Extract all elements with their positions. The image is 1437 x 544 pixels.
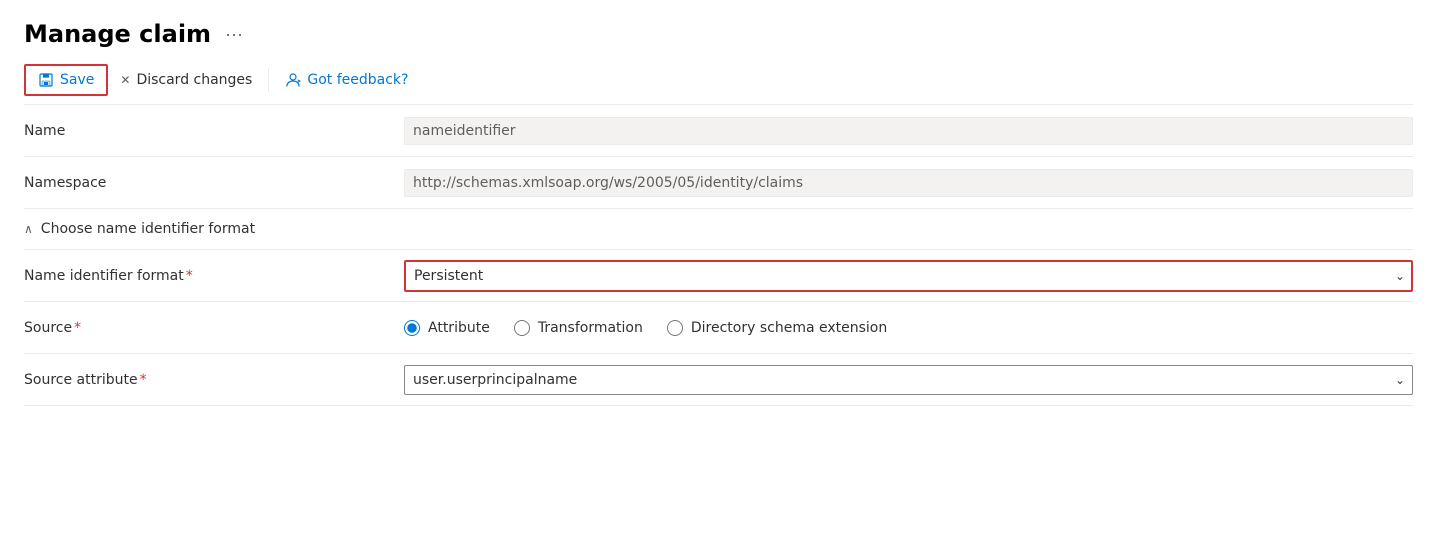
- source-required-indicator: *: [74, 320, 81, 336]
- source-attr-select[interactable]: user.userprincipalname user.mail user.di…: [404, 365, 1413, 395]
- save-button[interactable]: Save: [24, 64, 108, 96]
- namespace-label: Namespace: [24, 163, 404, 203]
- name-row: Name: [24, 105, 1413, 157]
- namespace-row: Namespace: [24, 157, 1413, 209]
- source-attr-select-wrapper: user.userprincipalname user.mail user.di…: [404, 365, 1413, 395]
- form: Name Namespace ∧ Choose name identifier …: [24, 105, 1413, 406]
- name-id-format-select-wrapper: Persistent Unspecified Email address Win…: [404, 260, 1413, 292]
- x-icon: ✕: [120, 73, 130, 87]
- required-indicator: *: [186, 268, 193, 284]
- name-control: [404, 109, 1413, 153]
- toolbar-separator: [268, 68, 269, 92]
- save-icon: [38, 72, 54, 88]
- name-input[interactable]: [404, 117, 1413, 145]
- name-id-format-control: Persistent Unspecified Email address Win…: [404, 252, 1413, 300]
- collapse-up-icon: ∧: [24, 222, 33, 236]
- source-attribute-option[interactable]: Attribute: [404, 320, 490, 336]
- section-title: Choose name identifier format: [41, 221, 255, 237]
- source-directory-label: Directory schema extension: [691, 320, 887, 336]
- feedback-label: Got feedback?: [307, 72, 408, 88]
- name-id-format-select[interactable]: Persistent Unspecified Email address Win…: [404, 260, 1413, 292]
- source-directory-radio[interactable]: [667, 320, 683, 336]
- source-attr-required-indicator: *: [140, 372, 147, 388]
- discard-label: Discard changes: [136, 72, 252, 88]
- source-label: Source*: [24, 308, 404, 348]
- source-attribute-radio[interactable]: [404, 320, 420, 336]
- source-transformation-label: Transformation: [538, 320, 643, 336]
- name-label: Name: [24, 111, 404, 151]
- page-title: Manage claim: [24, 20, 211, 48]
- source-attr-label: Source attribute*: [24, 360, 404, 400]
- source-attr-row: Source attribute* user.userprincipalname…: [24, 354, 1413, 406]
- feedback-person-icon: [285, 72, 301, 88]
- source-row: Source* Attribute Transformation Directo…: [24, 302, 1413, 354]
- source-transformation-radio[interactable]: [514, 320, 530, 336]
- ellipsis-button[interactable]: ···: [219, 22, 249, 47]
- source-attr-control: user.userprincipalname user.mail user.di…: [404, 357, 1413, 403]
- feedback-button[interactable]: Got feedback?: [273, 66, 420, 94]
- discard-changes-button[interactable]: ✕ Discard changes: [108, 66, 264, 94]
- namespace-control: [404, 161, 1413, 205]
- toolbar: Save ✕ Discard changes Got feedback?: [24, 64, 1413, 105]
- name-identifier-section-header[interactable]: ∧ Choose name identifier format: [24, 209, 1413, 250]
- save-label: Save: [60, 72, 94, 88]
- source-directory-option[interactable]: Directory schema extension: [667, 320, 887, 336]
- name-id-format-row: Name identifier format* Persistent Unspe…: [24, 250, 1413, 302]
- source-attribute-label: Attribute: [428, 320, 490, 336]
- source-radio-group: Attribute Transformation Directory schem…: [404, 320, 1413, 336]
- source-transformation-option[interactable]: Transformation: [514, 320, 643, 336]
- namespace-input[interactable]: [404, 169, 1413, 197]
- name-id-format-label: Name identifier format*: [24, 256, 404, 296]
- source-control: Attribute Transformation Directory schem…: [404, 312, 1413, 344]
